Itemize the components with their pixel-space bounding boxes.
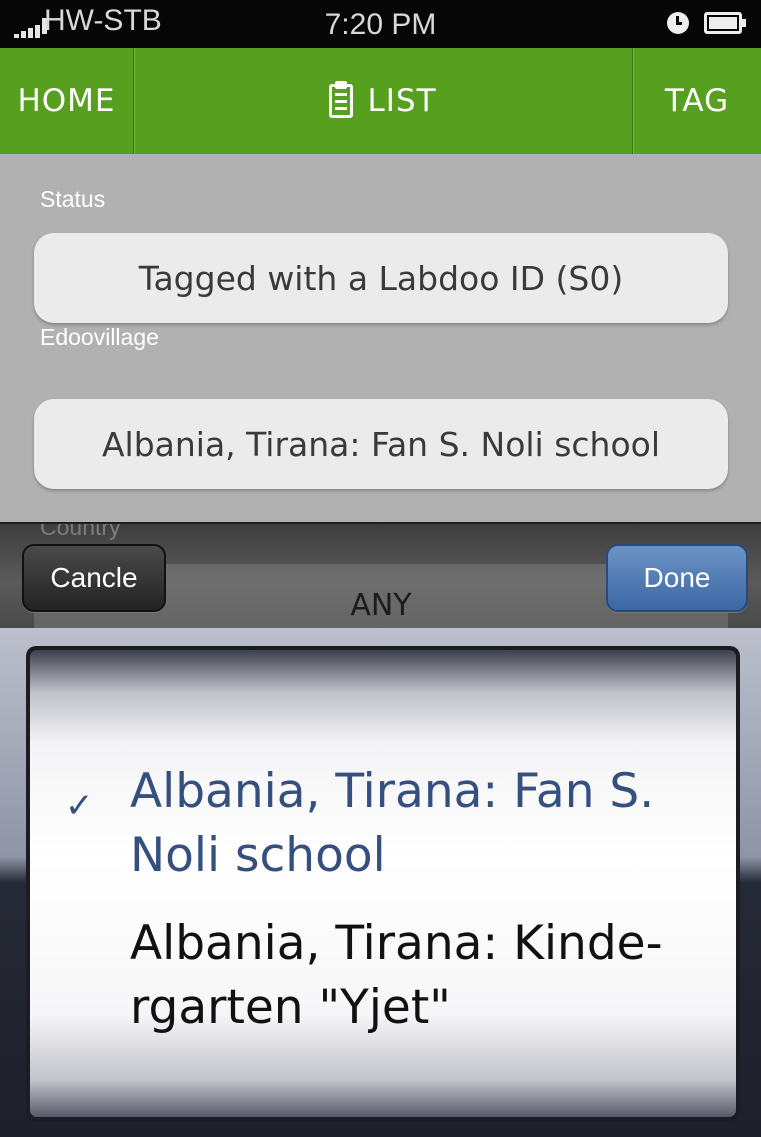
picker-wheel[interactable]: ✓ Albania, Tirana: Fan S. Noli school Al… xyxy=(26,646,740,1121)
picker-toolbar: Country ANY Cancle Done xyxy=(0,522,761,628)
country-label: Country xyxy=(40,522,121,540)
picker-option[interactable]: Albania, Tirana: Kinde-rgarten "Yjet" xyxy=(130,912,716,1040)
done-button[interactable]: Done xyxy=(606,544,748,612)
nav-list-label: LIST xyxy=(367,83,437,119)
checkmark-icon: ✓ xyxy=(65,787,94,825)
edoovillage-label: Edoovillage xyxy=(40,324,159,350)
status-time: 7:20 PM xyxy=(324,8,437,41)
country-value: ANY xyxy=(350,588,412,623)
status-value: Tagged with a Labdoo ID (S0) xyxy=(138,258,624,298)
nav-list-button[interactable]: LIST xyxy=(134,48,632,154)
alarm-clock-icon xyxy=(667,12,689,34)
cancel-button[interactable]: Cancle xyxy=(22,544,166,612)
nav-tag-button[interactable]: TAG xyxy=(632,48,761,154)
nav-bar: HOME LIST TAG xyxy=(0,48,761,154)
battery-icon xyxy=(704,12,746,34)
status-label: Status xyxy=(40,186,106,212)
nav-tag-label: TAG xyxy=(664,83,730,119)
nav-home-label: HOME xyxy=(17,83,116,119)
form-area: Status Tagged with a Labdoo ID (S0) Edoo… xyxy=(0,154,761,526)
edoovillage-value: Albania, Tirana: Fan S. Noli school xyxy=(101,424,661,464)
picker-area: ✓ Albania, Tirana: Fan S. Noli school Al… xyxy=(0,628,761,1137)
cancel-button-label: Cancle xyxy=(50,562,138,593)
clipboard-icon xyxy=(329,81,354,118)
picker-list: ✓ Albania, Tirana: Fan S. Noli school Al… xyxy=(30,650,736,1117)
status-select[interactable]: Tagged with a Labdoo ID (S0) xyxy=(34,233,728,323)
picker-option-selected[interactable]: Albania, Tirana: Fan S. Noli school xyxy=(130,760,716,888)
nav-home-button[interactable]: HOME xyxy=(0,48,134,154)
edoovillage-select[interactable]: Albania, Tirana: Fan S. Noli school xyxy=(34,399,728,489)
done-button-label: Done xyxy=(643,562,711,593)
status-bar: HW-STB 7:20 PM xyxy=(0,0,761,48)
